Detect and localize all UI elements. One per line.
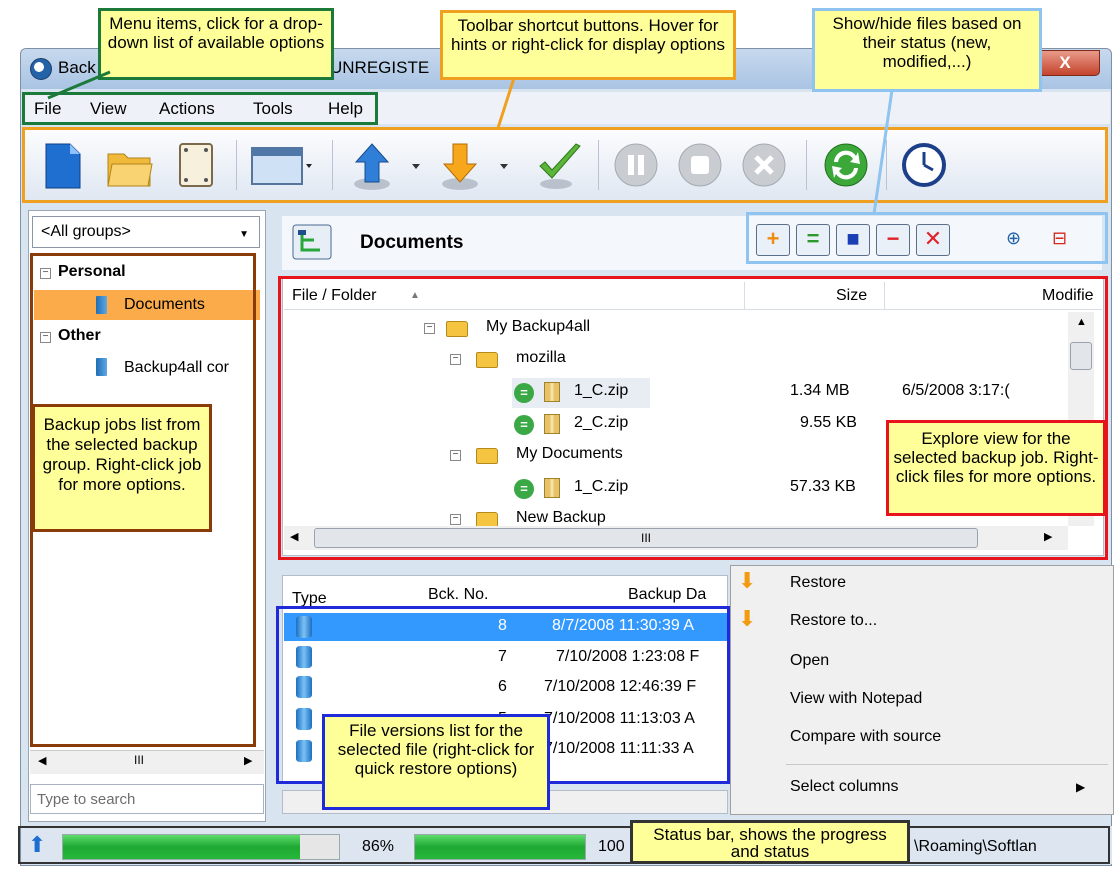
callout-versions: File versions list for the selected file… — [322, 714, 550, 810]
callout-pointer — [872, 89, 894, 215]
callout-jobs: Backup jobs list from the selected backu… — [32, 404, 212, 532]
filter-highlight-frame — [746, 212, 1108, 264]
menu-separator — [786, 764, 1108, 765]
group-dropdown[interactable]: <All groups> ▼ — [32, 216, 260, 248]
callout-pointer — [496, 77, 516, 129]
col-backup-number[interactable]: Bck. No. — [428, 586, 488, 604]
jobs-horizontal-scrollbar[interactable]: ◀ III ▶ — [30, 750, 264, 774]
scroll-thumb-grip: III — [134, 753, 145, 767]
callout-filters: Show/hide files based on their status (n… — [812, 8, 1042, 92]
explore-tree-icon[interactable] — [292, 224, 332, 260]
menu-item-restore-to[interactable]: Restore to... — [790, 612, 877, 630]
search-input[interactable]: Type to search — [30, 784, 264, 814]
group-dropdown-value: <All groups> — [41, 223, 131, 240]
chevron-down-icon: ▼ — [239, 229, 249, 240]
callout-menu: Menu items, click for a drop-down list o… — [98, 8, 334, 80]
scroll-left-icon[interactable]: ◀ — [38, 754, 46, 767]
menu-item-select-columns[interactable]: Select columns — [790, 778, 899, 796]
callout-explore: Explore view for the selected backup job… — [886, 420, 1106, 516]
col-backup-date[interactable]: Backup Da — [628, 586, 706, 604]
menu-item-view-notepad[interactable]: View with Notepad — [790, 690, 922, 708]
window-title-status: UNREGISTE — [330, 58, 430, 77]
callout-statusbar: Status bar, shows the progress and statu… — [630, 820, 910, 864]
menu-item-compare[interactable]: Compare with source — [790, 728, 941, 746]
submenu-arrow-icon: ▶ — [1076, 780, 1086, 794]
restore-arrow-icon: ⬇ — [738, 568, 757, 593]
statusbar-highlight-frame — [18, 826, 1110, 864]
explorer-title: Documents — [360, 232, 464, 253]
explorer-highlight-frame — [278, 276, 1108, 560]
callout-pointer — [47, 70, 111, 100]
menu-item-restore[interactable]: Restore — [790, 574, 846, 592]
toolbar-highlight-frame — [22, 127, 1108, 203]
callout-toolbar: Toolbar shortcut buttons. Hover for hint… — [440, 10, 736, 80]
menu-item-open[interactable]: Open — [790, 652, 829, 670]
restore-to-arrow-icon: ⬇ — [738, 606, 757, 631]
scroll-right-icon[interactable]: ▶ — [244, 754, 252, 767]
